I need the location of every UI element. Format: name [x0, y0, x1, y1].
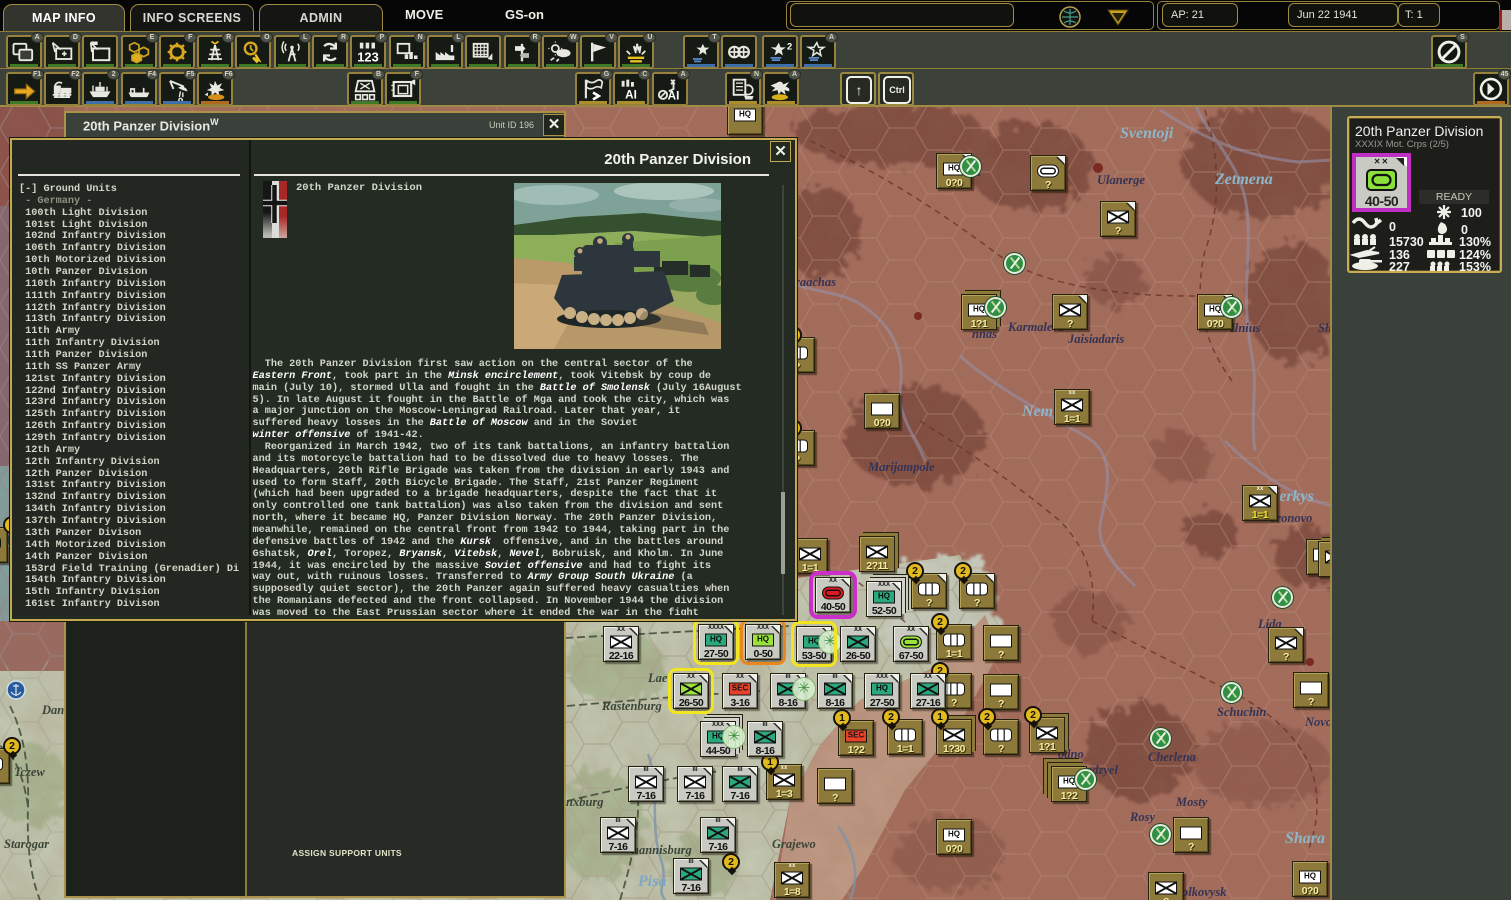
- svg-text:AI: AI: [625, 88, 637, 101]
- svg-text:153%: 153%: [1459, 260, 1491, 272]
- svg-text:227: 227: [1389, 260, 1410, 272]
- svg-text:Dan: Dan: [41, 703, 64, 717]
- svg-text:Rosy: Rosy: [1129, 810, 1155, 824]
- svg-text:Tczew: Tczew: [14, 765, 45, 779]
- svg-text:Shara: Shara: [1285, 830, 1325, 847]
- svg-text:Lae: Lae: [647, 671, 668, 685]
- svg-text:2: 2: [787, 42, 792, 52]
- svg-text:AI: AI: [667, 90, 679, 103]
- svg-text:Nem: Nem: [1021, 403, 1053, 420]
- svg-text:0: 0: [1389, 220, 1396, 234]
- svg-text:Grajewo: Grajewo: [772, 837, 816, 851]
- svg-text:Marijampole: Marijampole: [867, 460, 935, 474]
- svg-text:Jaisiadaris: Jaisiadaris: [1067, 332, 1124, 346]
- svg-text:olkovysk: olkovysk: [1182, 885, 1227, 899]
- svg-text:15730: 15730: [1389, 235, 1424, 249]
- svg-text:Novo: Novo: [1304, 715, 1332, 729]
- svg-text:Rastenburg: Rastenburg: [601, 699, 662, 713]
- svg-text:Cherlena: Cherlena: [1148, 750, 1196, 764]
- svg-text:nxburg: nxburg: [566, 795, 604, 809]
- svg-text:hannisburg: hannisburg: [632, 843, 692, 857]
- svg-text:Mosty: Mosty: [1175, 795, 1208, 809]
- svg-text:Schuchin: Schuchin: [1217, 705, 1266, 719]
- svg-text:Starogar: Starogar: [4, 837, 49, 851]
- svg-text:Ulanerge: Ulanerge: [1097, 173, 1145, 187]
- svg-text:Pisa: Pisa: [637, 873, 666, 890]
- svg-text:130%: 130%: [1459, 235, 1491, 249]
- svg-text:Zetmena: Zetmena: [1214, 171, 1273, 188]
- svg-text:100: 100: [1461, 206, 1482, 220]
- svg-text:123: 123: [358, 49, 379, 64]
- svg-text:Sventoji: Sventoji: [1120, 125, 1174, 142]
